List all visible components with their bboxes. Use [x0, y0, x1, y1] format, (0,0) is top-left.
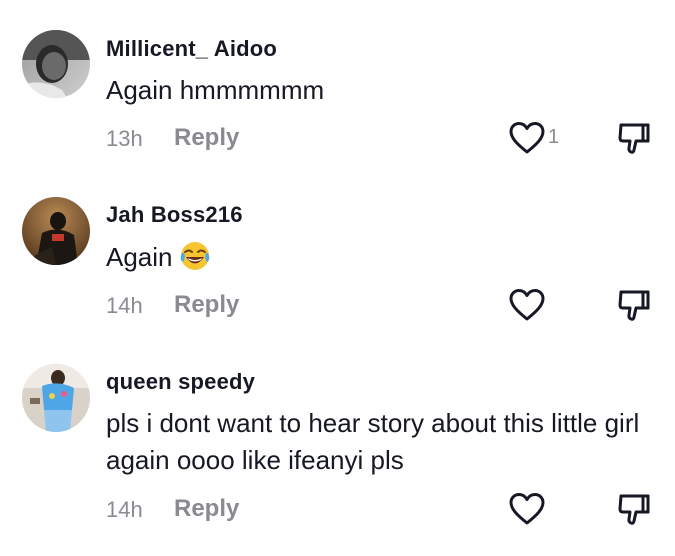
avatar-image [22, 364, 90, 432]
avatar[interactable] [22, 364, 90, 432]
heart-icon [509, 493, 545, 525]
comment-username[interactable]: queen speedy [106, 369, 255, 395]
comment-item: queen speedy pls i dont want to hear sto… [0, 0, 675, 556]
thumbs-down-icon [618, 494, 650, 525]
comment-text-body: pls i dont want to hear story about this… [106, 408, 640, 475]
reply-button[interactable]: Reply [174, 495, 239, 523]
dislike-button[interactable] [617, 491, 651, 527]
like-button[interactable] [508, 492, 546, 526]
comment-timestamp: 14h [106, 497, 143, 522]
comment-text: pls i dont want to hear story about this… [106, 405, 646, 479]
